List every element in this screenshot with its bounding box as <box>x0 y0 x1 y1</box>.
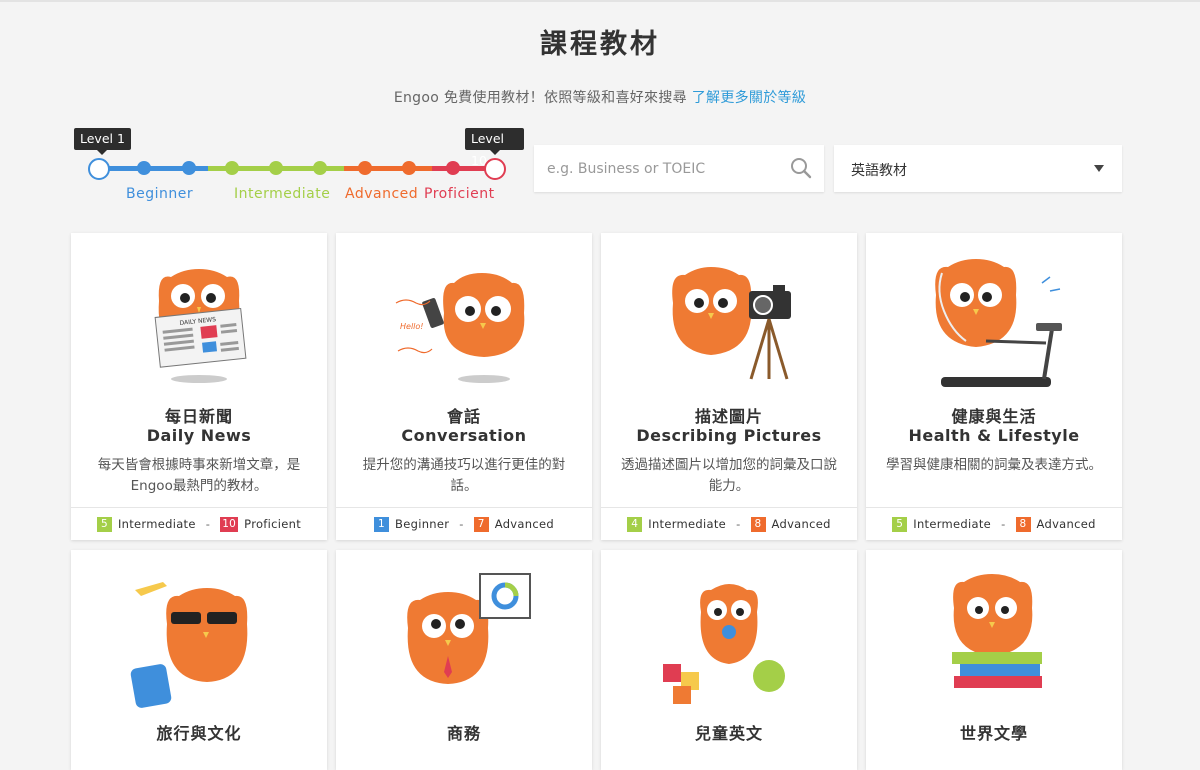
card-description: 每天皆會根據時事來新增文章，是Engoo最熱門的教材。 <box>97 457 301 494</box>
min-level-tooltip: Level 1 <box>74 128 131 155</box>
to-level-badge: 7 <box>473 516 489 532</box>
phone-hello-text: Hello! <box>400 322 423 331</box>
card-title-en: Conversation <box>401 426 527 445</box>
card-title-en: Describing Pictures <box>636 426 822 445</box>
search-icon[interactable] <box>790 157 812 179</box>
max-level-handle[interactable] <box>484 158 506 180</box>
to-level-badge: 8 <box>750 516 766 532</box>
card-title-zh: 商務 <box>446 724 481 743</box>
course-card-daily-news[interactable]: DAILY NEWS 每日新聞 Daily News 每天皆會根據時事來新增文章… <box>71 233 327 540</box>
card-title-en: Health & Lifestyle <box>908 426 1080 445</box>
advanced-label: Advanced <box>345 186 419 202</box>
to-level-label: Proficient <box>244 517 302 531</box>
level-5-dot[interactable] <box>269 161 283 175</box>
beginner-label: Beginner <box>126 186 194 202</box>
level-3-dot[interactable] <box>182 161 196 175</box>
search-box <box>534 145 824 192</box>
course-card-kids-english[interactable]: 兒童英文 <box>601 550 857 770</box>
level-range-slider[interactable]: Level 1 Level 10 Beginner Intermediate A… <box>74 128 524 208</box>
search-input[interactable] <box>534 145 787 192</box>
chevron-down-icon <box>1094 165 1104 172</box>
card-level-range: 1 Beginner - 7 Advanced <box>336 507 592 540</box>
card-title-zh: 健康與生活 <box>951 407 1037 426</box>
to-level-label: Advanced <box>1036 517 1096 531</box>
min-level-handle[interactable] <box>88 158 110 180</box>
card-description: 透過描述圖片以增加您的詞彙及口說能力。 <box>621 457 837 494</box>
from-level-label: Intermediate <box>648 517 727 531</box>
course-card-travel-culture[interactable]: 旅行與文化 <box>71 550 327 770</box>
from-level-label: Beginner <box>395 517 450 531</box>
owl-camera-illustration <box>672 267 791 380</box>
from-level-label: Intermediate <box>117 517 196 531</box>
card-title-en: Daily News <box>146 426 252 445</box>
from-level-label: Intermediate <box>913 517 992 531</box>
learn-more-levels-link[interactable]: 了解更多關於等級 <box>692 90 806 106</box>
owl-kids-illustration <box>663 584 785 704</box>
owl-phone-illustration: Hello! <box>395 273 525 383</box>
owl-newspaper-illustration: DAILY NEWS <box>154 269 247 383</box>
max-level-tooltip: Level 10 <box>465 128 524 168</box>
from-level-badge: 4 <box>627 516 643 532</box>
course-card-world-literature[interactable]: 世界文學 <box>866 550 1122 770</box>
course-card-business[interactable]: 商務 <box>336 550 592 770</box>
course-card-describing-pictures[interactable]: 描述圖片 Describing Pictures 透過描述圖片以增加您的詞彙及口… <box>601 233 857 540</box>
owl-books-illustration <box>952 574 1042 688</box>
course-card-conversation[interactable]: Hello! 會話 Conversation 提升您的溝通技巧以進行更佳的對話。… <box>336 233 592 540</box>
select-value: 英語教材 <box>851 163 907 179</box>
card-title-zh: 世界文學 <box>959 724 1028 743</box>
to-level-label: Advanced <box>771 517 831 531</box>
card-title-zh: 每日新聞 <box>164 407 233 426</box>
subtitle-text: Engoo 免費使用教材！依照等級和喜好來搜尋 <box>393 90 687 106</box>
owl-treadmill-illustration <box>935 259 1062 387</box>
level-4-dot[interactable] <box>225 161 239 175</box>
to-level-label: Advanced <box>494 517 554 531</box>
to-level-badge: 8 <box>1015 516 1031 532</box>
card-level-range: 5 Intermediate - 8 Advanced <box>866 507 1122 540</box>
to-level-badge: 10 <box>220 516 239 532</box>
intermediate-label: Intermediate <box>234 186 331 202</box>
card-description: 提升您的溝通技巧以進行更佳的對話。 <box>362 457 566 494</box>
level-2-dot[interactable] <box>137 161 151 175</box>
page-title: 課程教材 <box>540 29 660 60</box>
proficient-label: Proficient <box>424 186 495 202</box>
card-title-zh: 旅行與文化 <box>156 724 242 743</box>
page-subtitle: Engoo 免費使用教材！依照等級和喜好來搜尋 了解更多關於等級 <box>0 87 1200 107</box>
from-level-badge: 1 <box>374 516 390 532</box>
material-language-select[interactable]: 英語教材 <box>834 145 1122 192</box>
level-9-dot[interactable] <box>446 161 460 175</box>
level-6-dot[interactable] <box>313 161 327 175</box>
from-level-badge: 5 <box>96 516 112 532</box>
card-level-range: 4 Intermediate - 8 Advanced <box>601 507 857 540</box>
card-level-range: 5 Intermediate - 10 Proficient <box>71 507 327 540</box>
owl-presentation-illustration <box>407 573 531 684</box>
card-description: 學習與健康相關的詞彙及表達方式。 <box>886 457 1102 473</box>
level-7-dot[interactable] <box>358 161 372 175</box>
top-border <box>0 0 1200 2</box>
card-title-zh: 描述圖片 <box>694 407 763 426</box>
proficient-segment <box>432 166 492 171</box>
from-level-badge: 5 <box>892 516 908 532</box>
level-8-dot[interactable] <box>402 161 416 175</box>
owl-travel-illustration <box>130 582 248 708</box>
card-title-zh: 會話 <box>446 407 481 426</box>
course-card-health-lifestyle[interactable]: 健康與生活 Health & Lifestyle 學習與健康相關的詞彙及表達方式… <box>866 233 1122 540</box>
card-title-zh: 兒童英文 <box>694 724 763 743</box>
